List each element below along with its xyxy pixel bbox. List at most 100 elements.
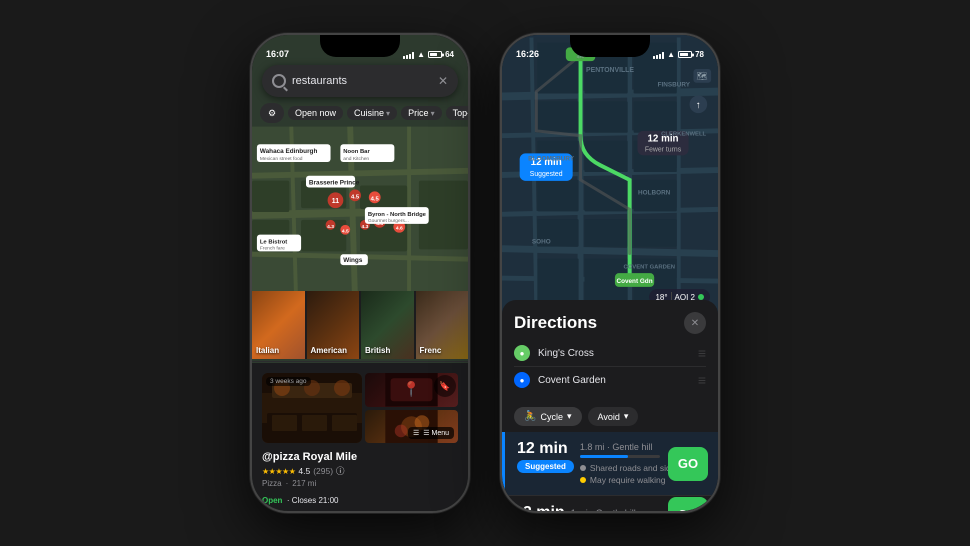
svg-text:BLOOMSBURY: BLOOMSBURY [528,155,575,162]
phone-2: 16:26 ▲ 78 [500,33,720,513]
route-option-1[interactable]: 12 min Suggested 1.8 mi · Gentle hill [502,432,718,496]
phone-1-notch [320,35,400,57]
svg-text:Gourmet burgers...: Gourmet burgers... [368,218,409,224]
avoid-option-button[interactable]: Avoid ▾ [588,407,639,426]
svg-text:4.6: 4.6 [396,226,403,232]
transport-row: 🚴 Cycle ▾ Avoid ▾ [502,401,718,432]
menu-badge[interactable]: ☰ ☰ Menu [408,427,454,439]
open-status: Open [262,496,282,505]
map-area-2[interactable]: 🚲 Covent Gdn 12 min Suggested 12 min Few… [502,35,718,315]
stop-name-from: King's Cross [538,348,690,359]
go-button[interactable]: GO [668,447,708,481]
route-1-time: 12 min [517,440,574,458]
svg-text:FINSBURY: FINSBURY [658,82,691,89]
info-icon: ⓘ [336,465,345,477]
bookmark-button[interactable]: 🔖 [434,375,456,397]
wifi-icon-2: ▲ [667,50,675,59]
stop-icon-from: ● [514,345,530,361]
route-stops: ● King's Cross ≡ ● Covent Garden ≡ [502,340,718,393]
go-button-2[interactable]: GO [668,497,708,511]
directions-title: Directions [514,313,597,333]
category-italian-label: Italian [256,346,279,355]
category-british-label: British [365,346,390,355]
svg-text:CLERKENWELL: CLERKENWELL [661,132,706,138]
svg-text:COVENT GARDEN: COVENT GARDEN [623,264,675,270]
top-rated-filter[interactable]: Top-ra [446,106,468,120]
svg-text:SOHO: SOHO [532,239,551,246]
price-filter[interactable]: Price ▾ [401,106,442,120]
map-svg-2: 🚲 Covent Gdn 12 min Suggested 12 min Few… [502,35,718,315]
section-divider [252,361,468,362]
svg-text:4.3: 4.3 [327,224,334,230]
svg-text:Byron - North Bridge: Byron - North Bridge [368,212,427,218]
svg-text:Le Bistrot: Le Bistrot [260,239,287,245]
search-bar[interactable]: restaurants ✕ [262,65,458,97]
restaurant-name: @pizza Royal Mile [262,451,458,463]
menu-icon: ☰ [413,429,419,437]
category-row: Italian American British Frenc [252,291,468,359]
time-2: 16:26 [516,49,539,59]
svg-text:Suggested: Suggested [530,171,563,178]
svg-text:↑: ↑ [696,100,701,111]
svg-text:Wings: Wings [343,257,363,264]
directions-header: Directions ✕ [502,300,718,340]
category-italian[interactable]: Italian [252,291,305,359]
cycle-icon: 🚴 [524,411,536,422]
route-1-progress [580,455,660,458]
cycle-transport-button[interactable]: 🚴 Cycle ▾ [514,407,582,426]
star-icons: ★★★★★ [262,467,295,476]
open-now-filter[interactable]: Open now [288,106,343,120]
svg-text:PENTONVILLE: PENTONVILLE [586,67,634,74]
battery-pct-1: 64 [445,50,454,59]
signal-icon-2 [653,51,664,59]
suggested-badge: Suggested [517,460,574,473]
search-input[interactable]: restaurants [292,75,438,87]
filter-settings-button[interactable]: ⚙ [260,103,284,123]
category-french-label: Frenc [420,346,442,355]
battery-pct-2: 78 [695,50,704,59]
wifi-icon-1: ▲ [417,50,425,59]
stop-menu-from[interactable]: ≡ [698,345,706,361]
route-option-2[interactable]: 12 min 1 mi · Gentle hill GO [502,496,718,511]
close-directions-button[interactable]: ✕ [684,312,706,334]
svg-text:11: 11 [332,198,339,205]
svg-text:Mexican street food: Mexican street food [260,156,303,162]
rating-row: ★★★★★ 4.5 (295) ⓘ [262,465,458,477]
svg-text:Noon Bar: Noon Bar [343,149,370,155]
filter-bar: ⚙ Open now Cuisine ▾ Price ▾ Top-ra [260,103,460,123]
photo-timestamp: 3 weeks ago [266,377,311,386]
battery-icon-1 [428,51,442,58]
hours-row: Open · Closes 21:00 [262,490,458,508]
map-area-1[interactable]: 11 4.5 4.5 4.3 4.5 4.3 4.4 4.6 [252,125,468,305]
svg-text:📍: 📍 [402,380,420,398]
cuisine-label: Pizza [262,479,282,488]
cuisine-filter[interactable]: Cuisine ▾ [347,106,397,120]
svg-text:🗺: 🗺 [697,71,709,81]
restaurant-card: 3 weeks ago [252,363,468,511]
directions-panel: Directions ✕ ● King's Cross ≡ ● Covent G… [502,300,718,511]
category-american-label: American [311,346,347,355]
distance-label: 217 mi [292,479,316,488]
route-stop-from: ● King's Cross ≡ [514,340,706,367]
shared-roads-dot [580,465,586,471]
restaurant-photos: 3 weeks ago [262,373,458,443]
status-icons-1: ▲ 64 [403,50,454,59]
svg-text:4.3: 4.3 [362,224,369,230]
category-french[interactable]: Frenc [416,291,469,359]
phone-2-notch [570,35,650,57]
map-svg-1: 11 4.5 4.5 4.3 4.5 4.3 4.4 4.6 [252,125,468,305]
signal-icon-1 [403,51,414,59]
svg-text:Covent Gdn: Covent Gdn [616,278,652,285]
phone-1-screen: 16:07 ▲ 64 res [252,35,468,511]
svg-text:Wahaca Edinburgh: Wahaca Edinburgh [260,148,318,155]
svg-text:4.5: 4.5 [371,196,380,202]
stop-menu-to[interactable]: ≡ [698,372,706,388]
rating-value: 4.5 [298,466,310,476]
category-american[interactable]: American [307,291,360,359]
restaurant-info-row: Pizza · 217 mi [262,479,458,488]
category-british[interactable]: British [361,291,414,359]
route-2-time: 12 min [514,504,565,511]
svg-text:Brasserie Prince: Brasserie Prince [309,180,360,187]
search-clear-button[interactable]: ✕ [438,74,448,88]
review-count: (295) [313,466,333,476]
